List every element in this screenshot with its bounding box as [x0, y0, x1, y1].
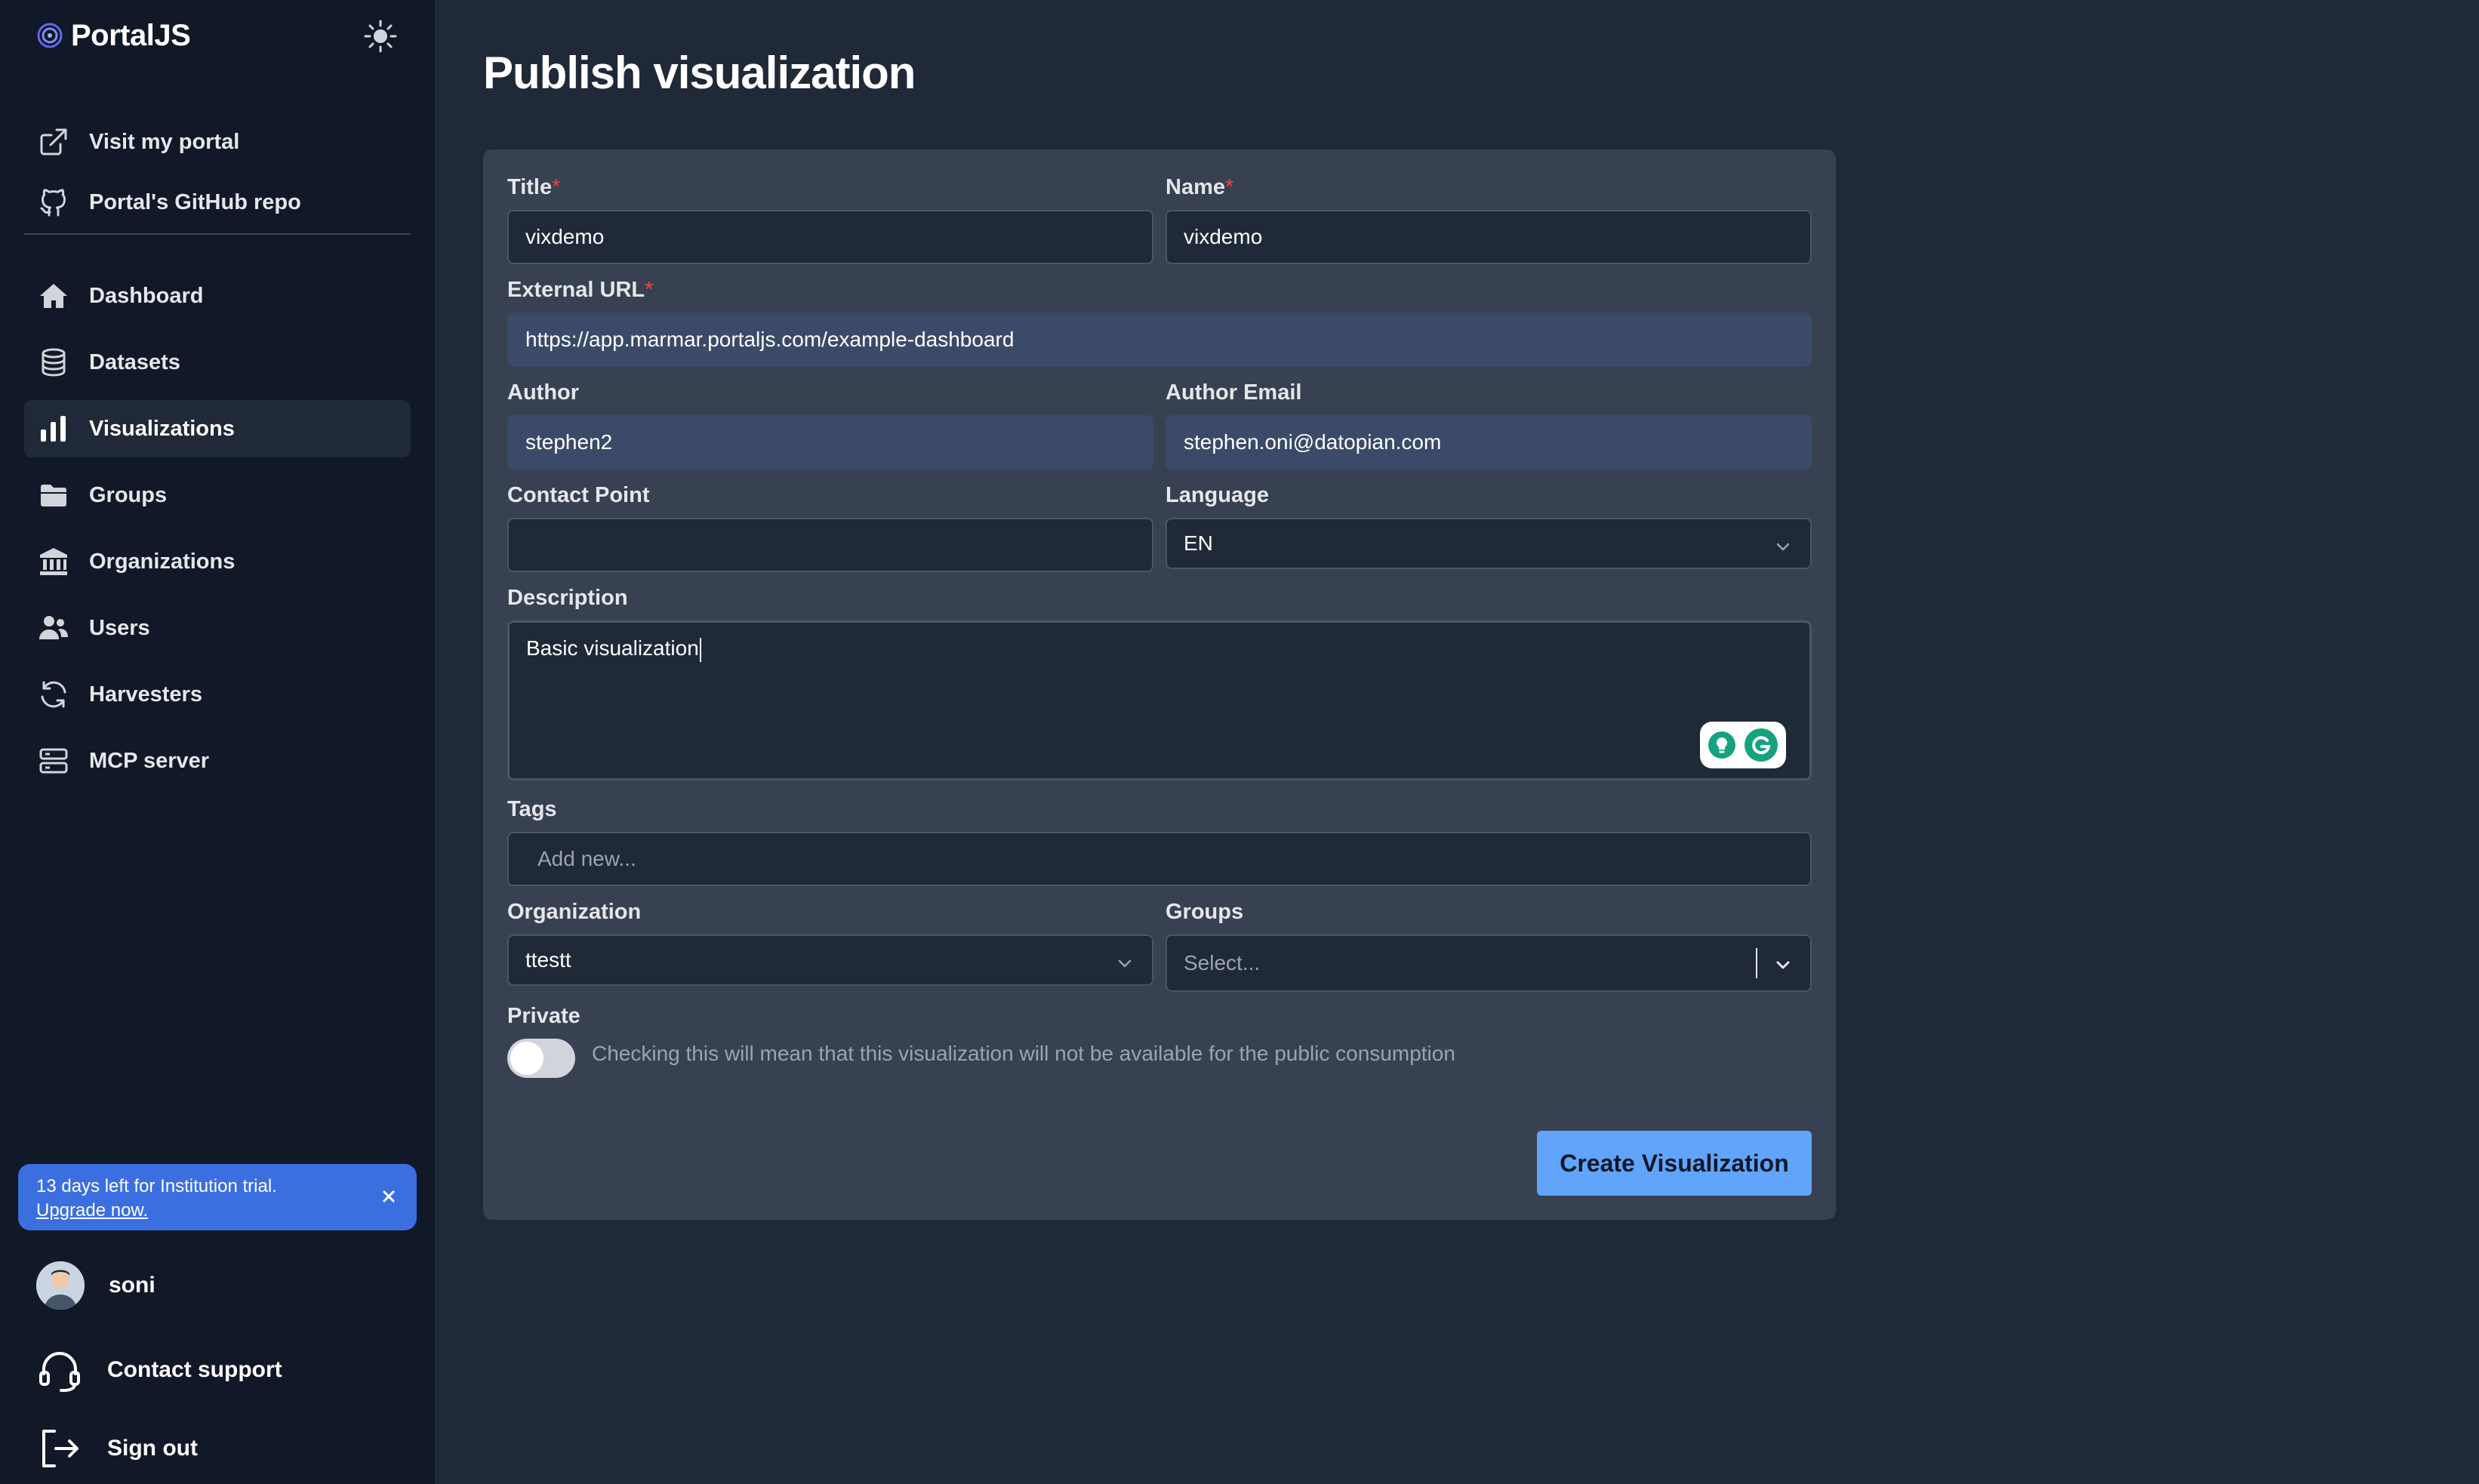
private-label: Private	[507, 1004, 580, 1028]
sidebar-item-dashboard[interactable]: Dashboard	[24, 267, 411, 325]
theme-toggle-button[interactable]	[359, 15, 402, 57]
brand-name: PortalJS	[71, 18, 191, 52]
sidebar-item-label: MCP server	[89, 748, 210, 773]
language-value: EN	[1184, 531, 1213, 555]
sidebar-item-users[interactable]: Users	[24, 599, 411, 657]
groups-label: Groups	[1166, 900, 1244, 924]
building-icon	[40, 548, 67, 575]
toggle-knob	[510, 1042, 544, 1075]
name-label: Name*	[1166, 175, 1234, 199]
sidebar-divider	[24, 233, 411, 235]
page-title: Publish visualization	[483, 48, 916, 98]
required-marker: *	[1225, 175, 1234, 199]
sidebar-item-label: Datasets	[89, 349, 180, 374]
organization-label: Organization	[507, 900, 642, 924]
chevron-down-icon	[1776, 543, 1790, 551]
server-icon	[39, 748, 68, 774]
tags-label: Tags	[507, 797, 557, 821]
github-repo-label: Portal's GitHub repo	[89, 189, 301, 214]
author-input[interactable]: stephen2	[507, 415, 1153, 470]
sun-icon	[364, 20, 397, 53]
name-input[interactable]: vixdemo	[1166, 210, 1812, 264]
tags-input[interactable]: Add new...	[507, 832, 1812, 886]
bar-chart-icon	[41, 416, 66, 442]
sidebar-item-label: Organizations	[89, 549, 236, 574]
sidebar-item-label: Dashboard	[89, 283, 204, 308]
sidebar-item-datasets[interactable]: Datasets	[24, 334, 411, 391]
language-label: Language	[1166, 483, 1269, 507]
refresh-icon	[41, 681, 66, 708]
sidebar-item-mcp-server[interactable]: MCP server	[24, 732, 411, 790]
external-url-input[interactable]: https://app.marmar.portaljs.com/example-…	[507, 313, 1812, 367]
avatar	[36, 1261, 85, 1310]
title-input[interactable]: vixdemo	[507, 210, 1153, 264]
grammarly-icon	[1745, 728, 1778, 762]
groups-select[interactable]: Select...	[1166, 934, 1812, 992]
contact-point-label: Contact Point	[507, 483, 650, 507]
trial-banner: 13 days left for Institution trial. Upgr…	[18, 1164, 417, 1230]
contact-point-input[interactable]	[507, 518, 1153, 572]
headset-icon	[39, 1352, 80, 1392]
external-url-label: External URL*	[507, 278, 654, 302]
author-label: Author	[507, 380, 580, 405]
sidebar: PortalJS Visit my portal Portal's GitHub…	[0, 0, 435, 1484]
sign-out-button[interactable]: Sign out	[36, 1422, 198, 1475]
trial-message: 13 days left for Institution trial.	[36, 1176, 277, 1196]
lightbulb-icon	[1708, 731, 1735, 759]
required-marker: *	[552, 175, 561, 199]
description-value: Basic visualization	[526, 636, 699, 660]
external-link-icon	[40, 128, 67, 155]
user-profile[interactable]: soni	[36, 1259, 156, 1312]
users-icon	[39, 616, 68, 639]
contact-support-link[interactable]: Contact support	[36, 1344, 282, 1396]
organization-select[interactable]: ttestt	[507, 934, 1153, 986]
required-marker: *	[645, 278, 654, 302]
chevron-down-icon[interactable]	[1772, 954, 1794, 975]
private-hint: Checking this will mean that this visual…	[592, 1042, 1455, 1065]
sign-out-icon	[42, 1430, 79, 1467]
portaljs-logo-icon	[37, 23, 63, 48]
visit-portal-label: Visit my portal	[89, 129, 240, 154]
github-icon	[40, 189, 66, 217]
grammarly-widget[interactable]	[1700, 722, 1786, 768]
contact-support-label: Contact support	[107, 1357, 282, 1382]
sidebar-item-groups[interactable]: Groups	[24, 466, 411, 524]
groups-placeholder: Select...	[1184, 951, 1261, 974]
sidebar-item-harvesters[interactable]: Harvesters	[24, 666, 411, 723]
sidebar-item-organizations[interactable]: Organizations	[24, 533, 411, 590]
title-label: Title*	[507, 175, 561, 199]
description-label: Description	[507, 586, 628, 610]
sidebar-item-label: Users	[89, 615, 150, 640]
author-email-label: Author Email	[1166, 380, 1302, 405]
sidebar-item-label: Visualizations	[89, 416, 235, 441]
github-repo-link[interactable]: Portal's GitHub repo	[24, 174, 411, 231]
select-separator	[1756, 948, 1757, 978]
private-toggle[interactable]	[507, 1039, 575, 1078]
sidebar-item-visualizations[interactable]: Visualizations	[24, 400, 411, 457]
text-caret	[699, 637, 701, 662]
chevron-down-icon	[1118, 959, 1132, 968]
sign-out-label: Sign out	[107, 1436, 198, 1461]
description-textarea[interactable]: Basic visualization	[507, 620, 1812, 780]
database-icon	[42, 348, 66, 377]
upgrade-link[interactable]: Upgrade now.	[36, 1200, 148, 1221]
language-select[interactable]: EN	[1166, 518, 1812, 569]
close-icon[interactable]	[377, 1185, 400, 1208]
create-visualization-button[interactable]: Create Visualization	[1537, 1131, 1812, 1196]
sidebar-item-label: Harvesters	[89, 682, 202, 707]
author-email-input[interactable]: stephen.oni@datopian.com	[1166, 415, 1812, 470]
publish-form: Title* vixdemo Name* vixdemo External UR…	[483, 149, 1836, 1220]
visit-portal-link[interactable]: Visit my portal	[24, 113, 411, 171]
sidebar-item-label: Groups	[89, 482, 168, 507]
user-name: soni	[109, 1273, 156, 1298]
brand[interactable]: PortalJS	[36, 17, 191, 54]
folder-icon	[41, 485, 66, 506]
home-icon	[40, 284, 67, 308]
organization-value: ttestt	[525, 948, 571, 971]
